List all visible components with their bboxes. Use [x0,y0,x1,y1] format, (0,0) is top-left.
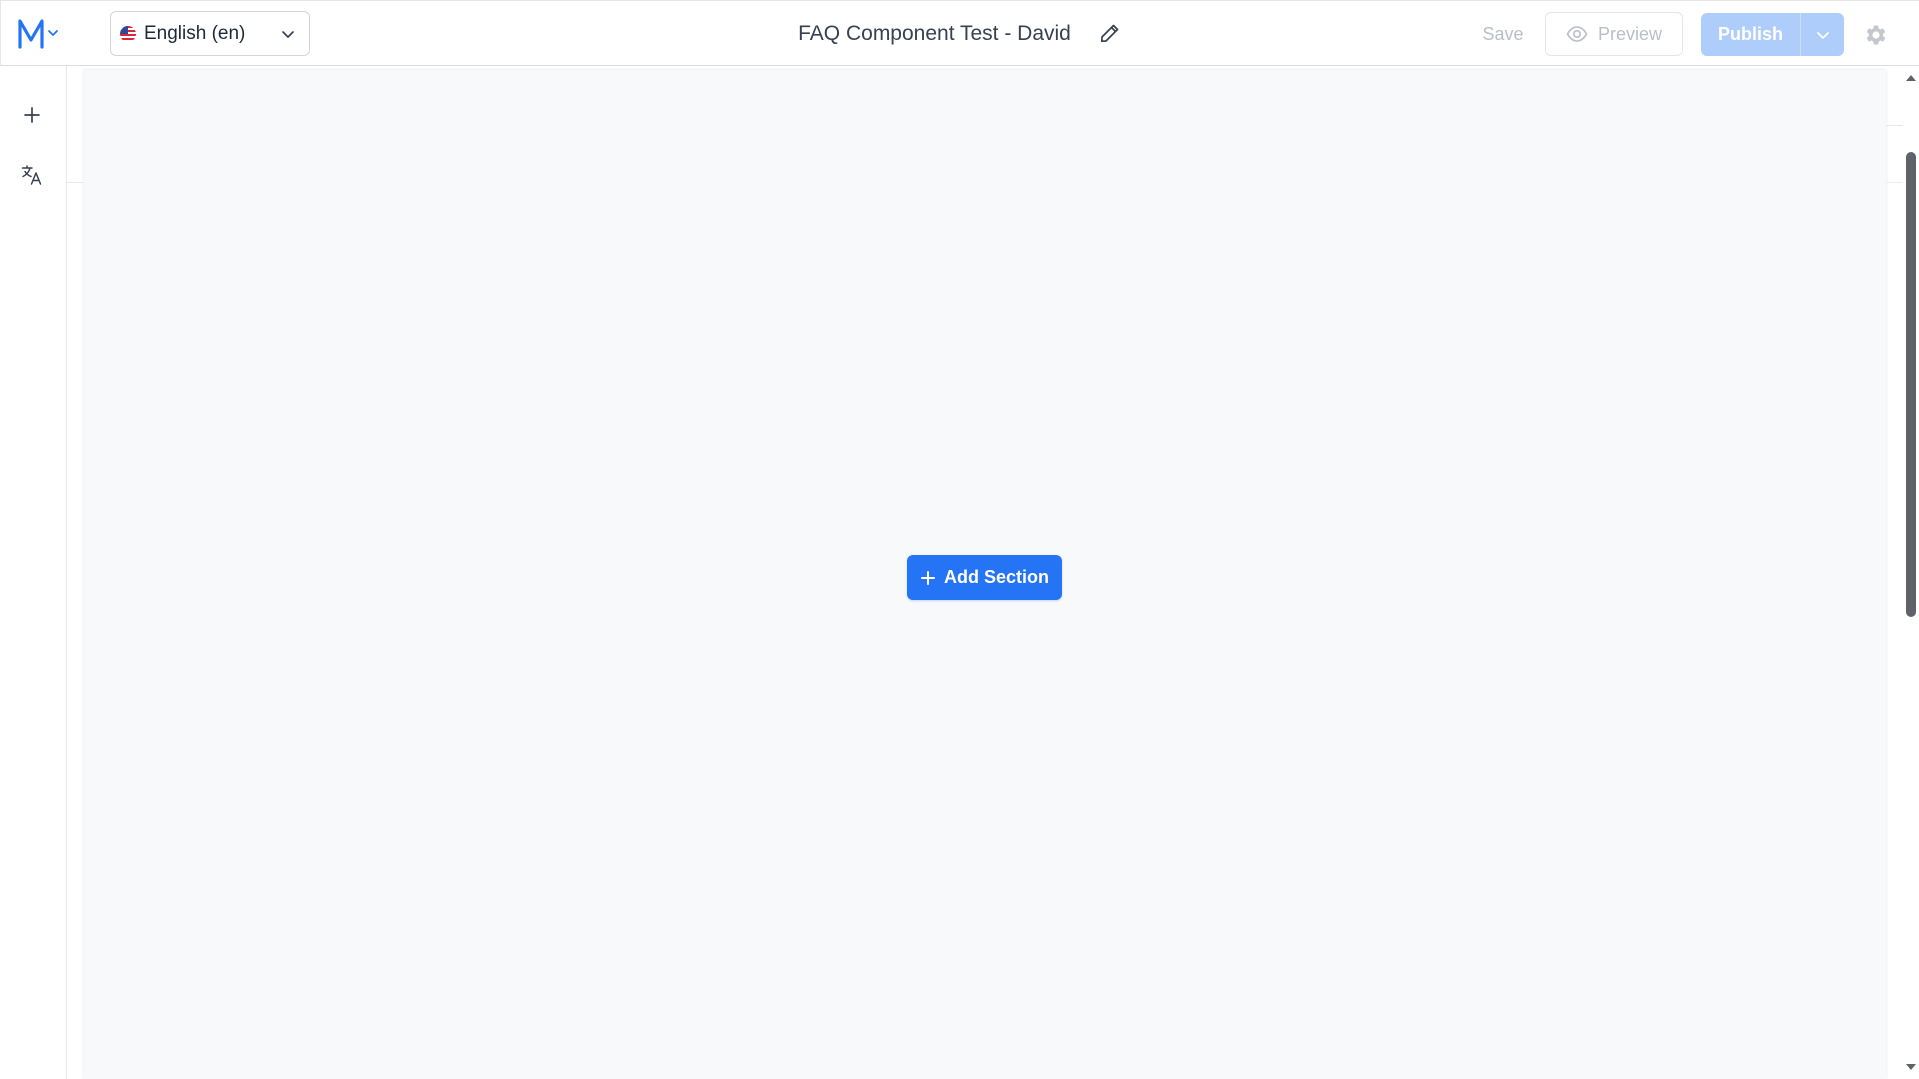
chevron-down-icon [48,30,58,36]
chevron-down-icon [282,30,294,38]
save-button[interactable]: Save [1475,15,1531,53]
us-flag-icon [120,25,136,42]
save-label: Save [1482,23,1524,44]
scroll-up-arrow-icon[interactable] [1905,72,1917,84]
page-title: FAQ Component Test - David [798,22,1071,45]
language-label: English (en) [144,22,246,44]
canvas-edge-divider [1886,125,1903,126]
translate-icon [21,165,42,185]
app-menu-button[interactable] [17,13,67,53]
canvas-edge-divider [1886,182,1903,183]
plus-icon [920,570,935,585]
m-logo-icon [18,19,44,49]
publish-button[interactable]: Publish [1701,13,1800,56]
language-select[interactable]: English (en) [110,11,310,56]
publish-label: Publish [1717,24,1783,44]
add-section-button[interactable]: Add Section [907,555,1062,600]
top-bar: English (en) FAQ Component Test - David … [0,0,1919,66]
plus-icon [24,107,40,123]
sidebar-item-translate[interactable] [17,160,47,190]
eye-icon [1566,26,1588,42]
sidebar-item-add[interactable] [17,100,47,130]
preview-label: Preview [1597,23,1663,44]
chevron-down-icon [1816,31,1829,39]
sidebar-separator [67,182,83,183]
pencil-icon[interactable] [1098,21,1122,45]
publish-button-group: Publish [1701,13,1844,56]
scroll-down-arrow-icon[interactable] [1905,1061,1917,1073]
vertical-scrollbar[interactable] [1903,66,1919,1079]
gear-icon[interactable] [1863,22,1889,48]
add-section-label: Add Section [943,567,1049,587]
left-sidebar [0,66,67,1079]
preview-button[interactable]: Preview [1545,12,1683,56]
scrollbar-thumb[interactable] [1906,152,1916,617]
publish-options-button[interactable] [1801,13,1844,56]
